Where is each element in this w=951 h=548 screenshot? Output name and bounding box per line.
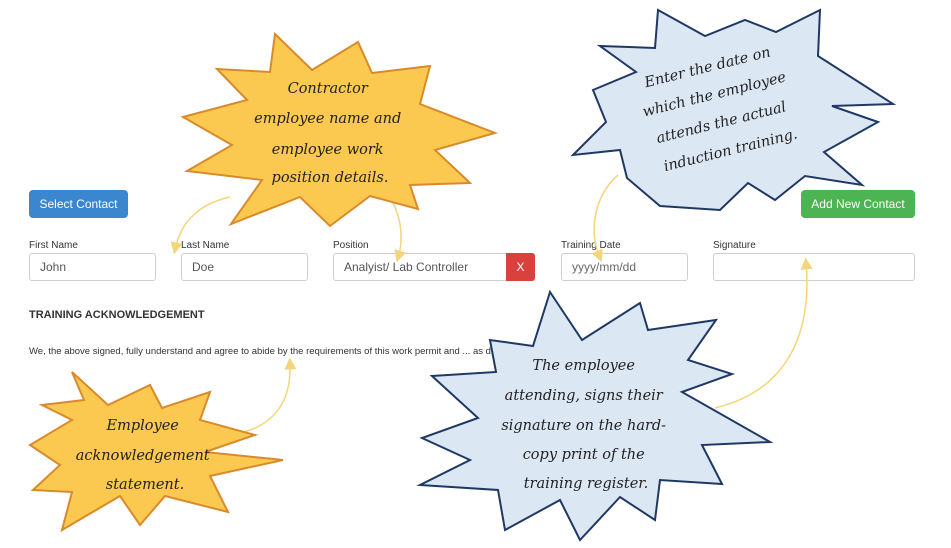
acknowledgement-callout-line: acknowledgement	[76, 448, 210, 464]
add-new-contact-button[interactable]: Add New Contact	[801, 190, 915, 218]
signature-callout-line: signature on the hard-	[501, 418, 666, 434]
acknowledgement-callout-text: Employee acknowledgement statement.	[76, 418, 215, 493]
signature-callout-text: The employee attending, signs their sign…	[501, 358, 670, 492]
training-acknowledgement-heading: TRAINING ACKNOWLEDGEMENT	[29, 309, 205, 321]
training-date-input[interactable]	[561, 253, 688, 281]
last-name-input[interactable]	[181, 253, 308, 281]
contractor-callout-text: Contractor employee name and employee wo…	[254, 81, 406, 186]
remove-position-button[interactable]: X	[506, 253, 535, 281]
arrow-to-position	[384, 189, 406, 263]
select-contact-button[interactable]: Select Contact	[29, 190, 128, 218]
training-date-callout-line: which the employee	[641, 69, 788, 120]
signature-callout-line: copy print of the	[523, 447, 645, 463]
acknowledgement-statement: We, the above signed, fully understand a…	[29, 346, 651, 357]
arrow-to-statement	[239, 357, 297, 434]
first-name-input[interactable]	[29, 253, 156, 281]
training-date-callout-line: attends the actual	[655, 99, 788, 147]
training-register-form: Select Contact Add New Contact First Nam…	[0, 0, 951, 548]
acknowledgement-callout-burst	[28, 371, 284, 533]
contractor-callout-line: employee name and	[254, 111, 401, 127]
position-label: Position	[333, 240, 369, 251]
acknowledgement-callout-line: Employee	[106, 418, 179, 434]
acknowledgement-callout-line: statement.	[106, 477, 184, 493]
contractor-callout-line: employee work	[272, 142, 384, 158]
signature-label: Signature	[713, 240, 756, 251]
position-input[interactable]	[333, 253, 507, 281]
training-date-callout-line: Enter the date on	[642, 44, 772, 91]
training-date-callout-line: induction training.	[662, 126, 799, 175]
signature-input[interactable]	[713, 253, 915, 281]
training-date-callout-burst	[570, 8, 897, 212]
signature-callout-line: The employee	[532, 358, 635, 374]
signature-callout-line: training register.	[524, 476, 648, 492]
contractor-callout-line: Contractor	[288, 81, 369, 97]
contractor-callout-burst	[180, 31, 499, 228]
first-name-label: First Name	[29, 240, 78, 251]
last-name-label: Last Name	[181, 240, 230, 251]
contractor-callout-line: position details.	[272, 170, 389, 186]
training-date-label: Training Date	[561, 240, 621, 251]
signature-callout-line: attending, signs their	[505, 388, 664, 404]
arrow-to-signature	[714, 257, 813, 409]
training-date-callout-text: Enter the date on which the employee att…	[634, 41, 806, 177]
signature-callout-burst	[416, 289, 774, 542]
